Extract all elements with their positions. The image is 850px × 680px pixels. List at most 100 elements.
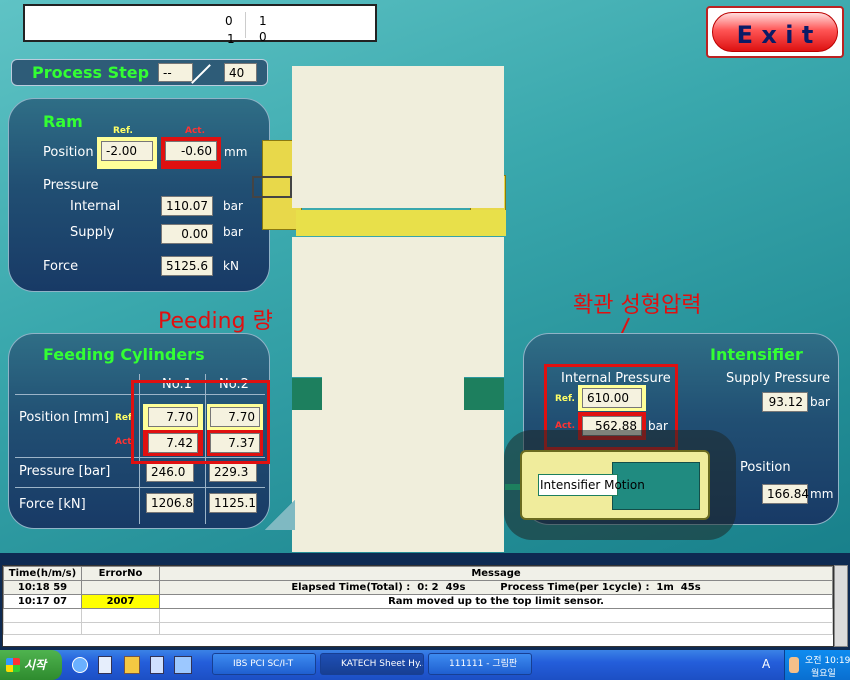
intensifier-motion-label: Intensifier Motion [540, 478, 645, 492]
feeding-grid-h3 [15, 487, 265, 488]
tray-person-icon[interactable] [789, 657, 799, 673]
feeding-pressure-2: 229.3 [209, 462, 257, 482]
message-log-inner: Time(h/m/s) ErrorNo Message 10:18 59 Ela… [2, 565, 834, 647]
table-row[interactable]: 10:17 07 2007 Ram moved up to the top li… [3, 594, 833, 609]
counter-bottom-a: 1 [227, 32, 235, 46]
slash-divider [191, 64, 211, 84]
annotation-expansion: 확관 성형압력 [573, 293, 702, 318]
process-step-total: 40 [224, 63, 257, 82]
system-tray: 오전 10:19 월요일 [784, 650, 850, 680]
col-message: Message [159, 566, 833, 581]
row2-time: 10:17 07 [3, 594, 82, 609]
quicklaunch-notes-icon[interactable] [150, 656, 164, 674]
press-lower-die [292, 237, 504, 377]
quicklaunch-paint-icon[interactable] [124, 656, 140, 674]
ram-ref-label: Ref. [113, 126, 133, 136]
feeding-force-label: Force [kN] [19, 497, 86, 512]
feeding-force-2: 1125.1 [209, 493, 257, 513]
ram-pressure-label: Pressure [43, 178, 99, 193]
ram-position-unit: mm [224, 145, 248, 159]
ram-act-label: Act. [185, 126, 206, 136]
col-time: Time(h/m/s) [3, 566, 82, 581]
clock-time[interactable]: 오전 10:19 [805, 653, 850, 666]
exit-button-face: E x i t [712, 12, 838, 52]
intensifier-cylinder: Intensifier Motion [520, 450, 710, 520]
ram-force-unit: kN [223, 259, 239, 273]
press-blue-plate [296, 210, 506, 236]
intensifier-supply-value: 93.12 [762, 392, 808, 412]
ram-supply-label: Supply [70, 225, 115, 240]
ram-internal-unit: bar [223, 199, 243, 213]
col-error: ErrorNo [81, 566, 160, 581]
intensifier-position-label: Position [740, 460, 791, 475]
task-katech-sheet[interactable]: KATECH Sheet Hy... [320, 653, 424, 675]
table-row[interactable]: 10:18 59 Elapsed Time(Total) : 0: 2 49s … [3, 580, 833, 595]
quicklaunch-doc-icon[interactable] [98, 656, 112, 674]
press-mid-block [322, 376, 464, 412]
task-katech-sheet-label: KATECH Sheet Hy... [341, 659, 424, 669]
language-indicator[interactable]: A [762, 657, 776, 673]
feeding-ref-label: Ref [115, 413, 132, 423]
message-log-header: Time(h/m/s) ErrorNo Message [3, 566, 833, 581]
process-step-label: Process Step [32, 63, 150, 82]
start-button[interactable]: 시작 [0, 650, 62, 680]
intensifier-supply-label: Supply Pressure [726, 371, 830, 386]
windows-logo-icon [6, 658, 20, 672]
start-label: 시작 [24, 658, 47, 672]
row1-error [81, 580, 160, 595]
intensifier-position-value: 166.84 [762, 484, 809, 504]
row2-message: Ram moved up to the top limit sensor. [159, 594, 833, 609]
press-pipe-left [292, 378, 322, 410]
row1-time: 10:18 59 [3, 580, 82, 595]
press-rail-left [252, 176, 292, 198]
press-pipe-right [464, 378, 504, 410]
task-ibs-pci[interactable]: IBS PCI SC/I-T [212, 653, 316, 675]
feeding-highlight-box [131, 380, 270, 464]
counter-bottom-b: 0 [259, 30, 267, 44]
row1-message: Elapsed Time(Total) : 0: 2 49s Process T… [159, 580, 833, 595]
intensifier-position-unit: mm [810, 487, 834, 501]
ram-title: Ram [43, 112, 83, 131]
process-step-current: -- [158, 63, 193, 82]
row2-error: 2007 [81, 594, 160, 609]
task-paint-label: 111111 - 그림판 [449, 659, 518, 669]
task-ibs-pci-label: IBS PCI SC/I-T [233, 659, 294, 669]
exit-label: E x i t [736, 21, 814, 49]
ram-position-label: Position [43, 145, 94, 160]
quicklaunch-ie-icon[interactable] [72, 657, 88, 673]
process-step-bar: Process Step -- 40 [11, 59, 268, 86]
press-base [292, 410, 504, 552]
feeding-act-label: Act [115, 437, 132, 447]
header-counter-box: 0 1 1 0 [23, 4, 377, 46]
message-log-scrollbar[interactable] [834, 565, 848, 647]
intensifier-title: Intensifier [710, 345, 803, 364]
counter-divider [245, 12, 246, 38]
ram-force-label: Force [43, 259, 79, 274]
ram-panel: Ram Ref. Act. Position -2.00 -0.60 mm Pr… [8, 98, 270, 292]
feeding-position-label: Position [mm] [19, 410, 110, 425]
feeding-force-1: 1206.8 [146, 493, 194, 513]
clock-day: 월요일 [811, 669, 836, 679]
exit-button[interactable]: E x i t [706, 6, 844, 58]
quicklaunch-network-icon[interactable] [174, 656, 192, 674]
ram-supply-value: 0.00 [161, 224, 213, 244]
message-log-table: Time(h/m/s) ErrorNo Message 10:18 59 Ela… [3, 566, 833, 635]
table-row[interactable] [3, 608, 833, 623]
ram-internal-value: 110.07 [161, 196, 213, 216]
counter-top-b: 1 [259, 14, 267, 28]
press-upper-die [292, 66, 504, 208]
ram-internal-label: Internal [70, 199, 121, 214]
ram-supply-unit: bar [223, 225, 243, 239]
table-row[interactable] [3, 622, 833, 635]
feeding-title: Feeding Cylinders [43, 345, 205, 364]
ram-position-act: -0.60 [165, 141, 217, 161]
message-log: Time(h/m/s) ErrorNo Message 10:18 59 Ela… [0, 553, 850, 650]
annotation-peeding: Peeding 량 [158, 309, 273, 334]
feeding-pressure-label: Pressure [bar] [19, 464, 111, 479]
language-label: A [762, 657, 771, 671]
intensifier-supply-unit: bar [810, 395, 830, 409]
ram-position-ref: -2.00 [101, 141, 153, 161]
counter-top-a: 0 [225, 14, 233, 28]
feeding-pressure-1: 246.0 [146, 462, 194, 482]
task-paint[interactable]: 111111 - 그림판 [428, 653, 532, 675]
